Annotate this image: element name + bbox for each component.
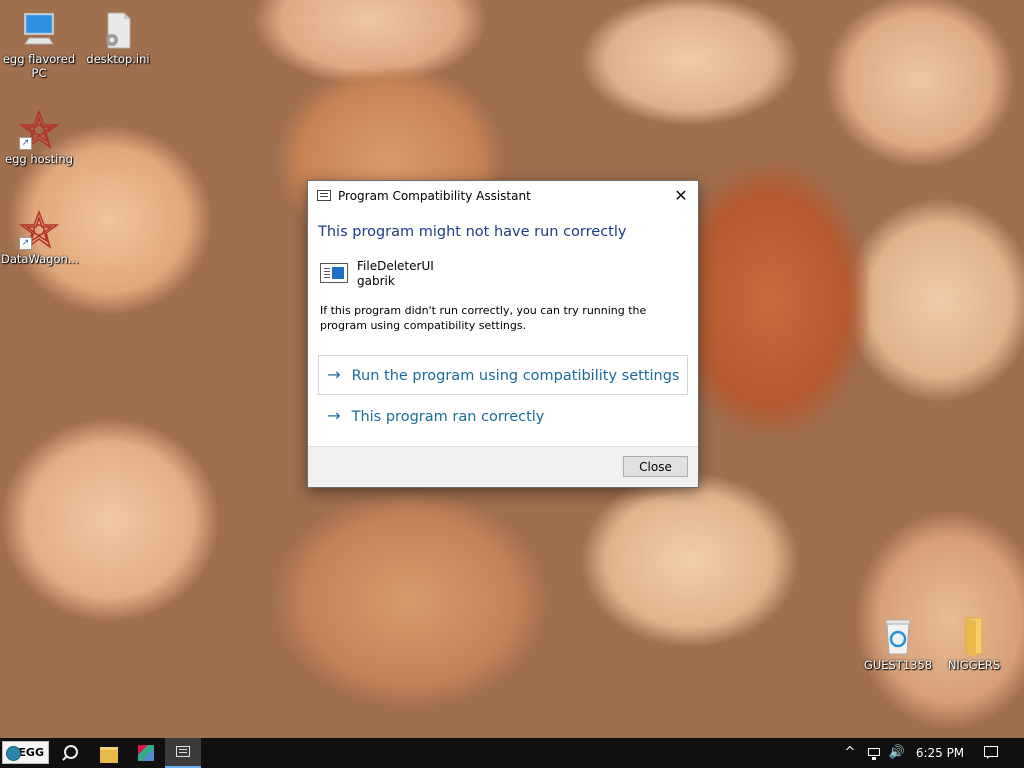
desktop-icon-label: GUEST1358 xyxy=(863,658,933,672)
program-ran-correctly-option[interactable]: → This program ran correctly xyxy=(318,396,688,436)
arrow-right-icon: → xyxy=(327,406,341,425)
desktop-icon-egg-flavored-pc[interactable]: egg flavored PC xyxy=(1,10,77,80)
dialog-heading: This program might not have run correctl… xyxy=(318,224,627,240)
network-monitor-shape xyxy=(868,748,880,760)
option-label: Run the program using compatibility sett… xyxy=(351,368,680,384)
app-shortcut-icon: ↗ xyxy=(18,209,60,250)
desktop-icon-niggers[interactable]: NIGGERS xyxy=(936,616,1012,672)
taskbar: EGG ^ 🔊 6:25 PM xyxy=(0,738,1024,768)
egg-logo-icon xyxy=(6,746,21,761)
shortcut-arrow-icon: ↗ xyxy=(19,137,32,150)
clock[interactable]: 6:25 PM xyxy=(912,738,968,768)
search-icon xyxy=(64,745,78,759)
desktop-icon-label: NIGGERS xyxy=(947,658,1001,672)
close-icon[interactable]: ✕ xyxy=(670,185,692,207)
dialog-description: If this program didn't run correctly, yo… xyxy=(320,304,647,332)
volume-icon[interactable]: 🔊 xyxy=(886,738,908,768)
desktop-icon-label: desktop.ini xyxy=(86,52,150,66)
start-button[interactable]: EGG xyxy=(2,741,49,764)
program-icon xyxy=(320,263,348,283)
search-button[interactable] xyxy=(52,738,88,768)
window-icon xyxy=(317,190,331,201)
run-compatibility-settings-option[interactable]: → Run the program using compatibility se… xyxy=(318,355,688,395)
start-label: EGG xyxy=(18,746,44,759)
app-shortcut-icon: ↗ xyxy=(18,109,60,150)
desktop-icon-guest1358[interactable]: GUEST1358 xyxy=(860,616,936,672)
desktop-icon-datawagon[interactable]: ↗ DataWagon... xyxy=(1,209,79,266)
close-button[interactable]: Close xyxy=(623,456,688,477)
action-center-button[interactable] xyxy=(980,738,1002,768)
dialog-title: Program Compatibility Assistant xyxy=(338,189,531,203)
notification-icon xyxy=(984,746,998,759)
computer-icon xyxy=(19,10,59,50)
taskbar-app-button[interactable] xyxy=(128,738,164,768)
dialog-titlebar[interactable]: Program Compatibility Assistant ✕ xyxy=(308,181,698,211)
taskbar-compatibility-assistant-button[interactable] xyxy=(165,738,201,768)
recycle-bin-icon xyxy=(878,616,918,656)
file-explorer-button[interactable] xyxy=(91,738,127,768)
network-icon[interactable] xyxy=(864,738,884,768)
dialog-footer: Close xyxy=(308,446,698,487)
arrow-right-icon: → xyxy=(327,365,341,384)
show-hidden-icons-button[interactable]: ^ xyxy=(840,738,860,768)
desktop-icon-label: egg hosting xyxy=(5,152,73,166)
program-publisher: gabrik xyxy=(357,274,395,288)
desktop-icon-label: DataWagon... xyxy=(1,252,79,266)
desktop: egg flavored PC desktop.ini ↗ egg hostin… xyxy=(0,0,1024,738)
shortcut-arrow-icon: ↗ xyxy=(19,237,32,250)
folder-icon xyxy=(100,747,118,763)
folder-icon xyxy=(954,616,994,656)
desktop-icon-egg-hosting[interactable]: ↗ egg hosting xyxy=(1,109,77,166)
program-name: FileDeleterUI xyxy=(357,259,434,273)
desktop-icon-label: egg flavored PC xyxy=(2,52,76,80)
window-icon xyxy=(176,746,190,757)
option-label: This program ran correctly xyxy=(351,409,545,425)
compatibility-dialog: Program Compatibility Assistant ✕ This p… xyxy=(307,180,699,488)
app-icon xyxy=(138,745,154,761)
file-icon xyxy=(98,10,138,50)
desktop-icon-desktop-ini[interactable]: desktop.ini xyxy=(80,10,156,66)
